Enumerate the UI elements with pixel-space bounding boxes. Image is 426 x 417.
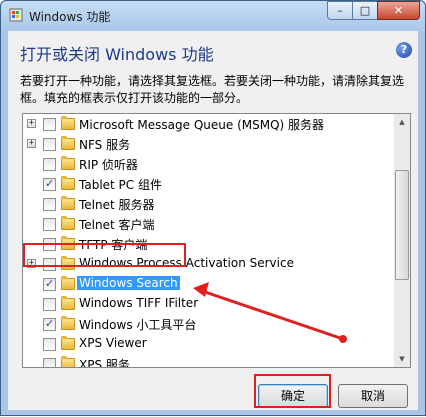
windows-features-dialog: Windows 功能 – □ ✕ 打开或关闭 Windows 功能 ? 若要打开… — [0, 0, 426, 416]
annotation-arrow-icon — [193, 282, 347, 343]
